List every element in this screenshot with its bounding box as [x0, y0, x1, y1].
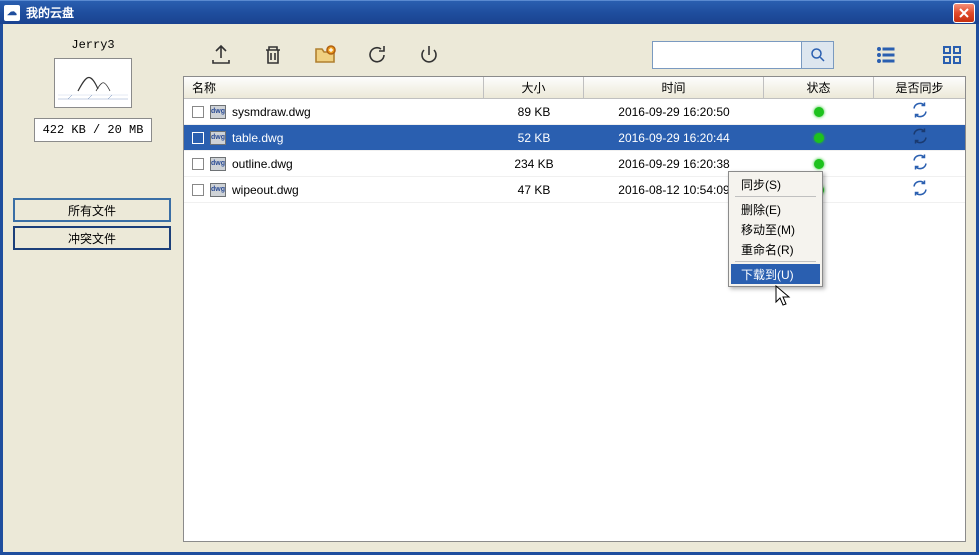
titlebar: ☁ 我的云盘 — [0, 0, 979, 24]
context-menu: 同步(S) 删除(E) 移动至(M) 重命名(R) 下载到(U) — [728, 171, 823, 287]
file-sync[interactable] — [874, 101, 965, 122]
row-checkbox[interactable] — [192, 106, 204, 118]
file-icon: dwg — [210, 105, 226, 119]
file-size: 89 KB — [484, 105, 584, 119]
sync-icon — [911, 101, 929, 122]
status-dot-icon — [814, 159, 824, 169]
file-size: 52 KB — [484, 131, 584, 145]
col-size[interactable]: 大小 — [484, 77, 584, 98]
username-label: Jerry3 — [71, 38, 114, 52]
sidebar-btn-label: 所有文件 — [68, 202, 116, 219]
col-sync[interactable]: 是否同步 — [874, 77, 965, 98]
app-icon: ☁ — [4, 5, 20, 21]
file-icon: dwg — [210, 131, 226, 145]
file-icon: dwg — [210, 183, 226, 197]
table-row[interactable]: dwg table.dwg 52 KB2016-09-29 16:20:44 — [184, 125, 965, 151]
file-sync[interactable] — [874, 153, 965, 174]
power-button[interactable] — [415, 41, 443, 69]
table-row[interactable]: dwg outline.dwg 234 KB2016-09-29 16:20:38 — [184, 151, 965, 177]
ctx-sync[interactable]: 同步(S) — [731, 174, 820, 194]
row-checkbox[interactable] — [192, 184, 204, 196]
close-button[interactable] — [953, 3, 975, 23]
file-name: sysmdraw.dwg — [232, 105, 311, 119]
window-title: 我的云盘 — [26, 4, 953, 21]
sidebar-btn-conflict-files[interactable]: 冲突文件 — [13, 226, 171, 250]
list-view-button[interactable] — [872, 41, 900, 69]
main-panel: 名称 大小 时间 状态 是否同步 dwgsysmdraw.dwg89 KB201… — [183, 34, 966, 542]
toolbar — [183, 34, 966, 76]
ctx-separator — [735, 261, 816, 262]
file-time: 2016-09-29 16:20:44 — [584, 131, 764, 145]
file-icon: dwg — [210, 157, 226, 171]
ctx-delete[interactable]: 删除(E) — [731, 199, 820, 219]
table-row[interactable]: dwg sysmdraw.dwg 89 KB2016-09-29 16:20:50 — [184, 99, 965, 125]
delete-button[interactable] — [259, 41, 287, 69]
file-sync[interactable] — [874, 179, 965, 200]
upload-button[interactable] — [207, 41, 235, 69]
col-status[interactable]: 状态 — [764, 77, 874, 98]
sidebar: Jerry3 422 KB / 20 MB 所有文件 冲突文件 — [13, 34, 173, 542]
file-table: 名称 大小 时间 状态 是否同步 dwgsysmdraw.dwg89 KB201… — [183, 76, 966, 542]
sidebar-btn-label: 冲突文件 — [68, 230, 116, 247]
file-time: 2016-09-29 16:20:50 — [584, 105, 764, 119]
sync-icon — [911, 179, 929, 200]
window-body: Jerry3 422 KB / 20 MB 所有文件 冲突文件 — [0, 24, 979, 555]
refresh-button[interactable] — [363, 41, 391, 69]
status-dot-icon — [814, 107, 824, 117]
sync-icon — [911, 127, 929, 148]
ctx-rename[interactable]: 重命名(R) — [731, 239, 820, 259]
file-sync[interactable] — [874, 127, 965, 148]
col-time[interactable]: 时间 — [584, 77, 764, 98]
row-checkbox[interactable] — [192, 132, 204, 144]
col-name[interactable]: 名称 — [184, 77, 484, 98]
file-size: 234 KB — [484, 157, 584, 171]
file-name: table.dwg — [232, 131, 283, 145]
new-folder-button[interactable] — [311, 41, 339, 69]
file-name: outline.dwg — [232, 157, 293, 171]
ctx-move-to[interactable]: 移动至(M) — [731, 219, 820, 239]
file-size: 47 KB — [484, 183, 584, 197]
row-checkbox[interactable] — [192, 158, 204, 170]
file-status — [764, 159, 874, 169]
sync-icon — [911, 153, 929, 174]
status-dot-icon — [814, 133, 824, 143]
thumbnail — [54, 58, 132, 108]
search-input[interactable] — [652, 41, 802, 69]
file-name: wipeout.dwg — [232, 183, 299, 197]
sidebar-btn-all-files[interactable]: 所有文件 — [13, 198, 171, 222]
table-header: 名称 大小 时间 状态 是否同步 — [184, 77, 965, 99]
ctx-separator — [735, 196, 816, 197]
table-row[interactable]: dwgwipeout.dwg47 KB2016-08-12 10:54:09 — [184, 177, 965, 203]
storage-quota: 422 KB / 20 MB — [34, 118, 153, 142]
ctx-download-to[interactable]: 下载到(U) — [731, 264, 820, 284]
file-status — [764, 133, 874, 143]
grid-view-button[interactable] — [938, 41, 966, 69]
file-time: 2016-09-29 16:20:38 — [584, 157, 764, 171]
file-status — [764, 107, 874, 117]
search-button[interactable] — [802, 41, 834, 69]
